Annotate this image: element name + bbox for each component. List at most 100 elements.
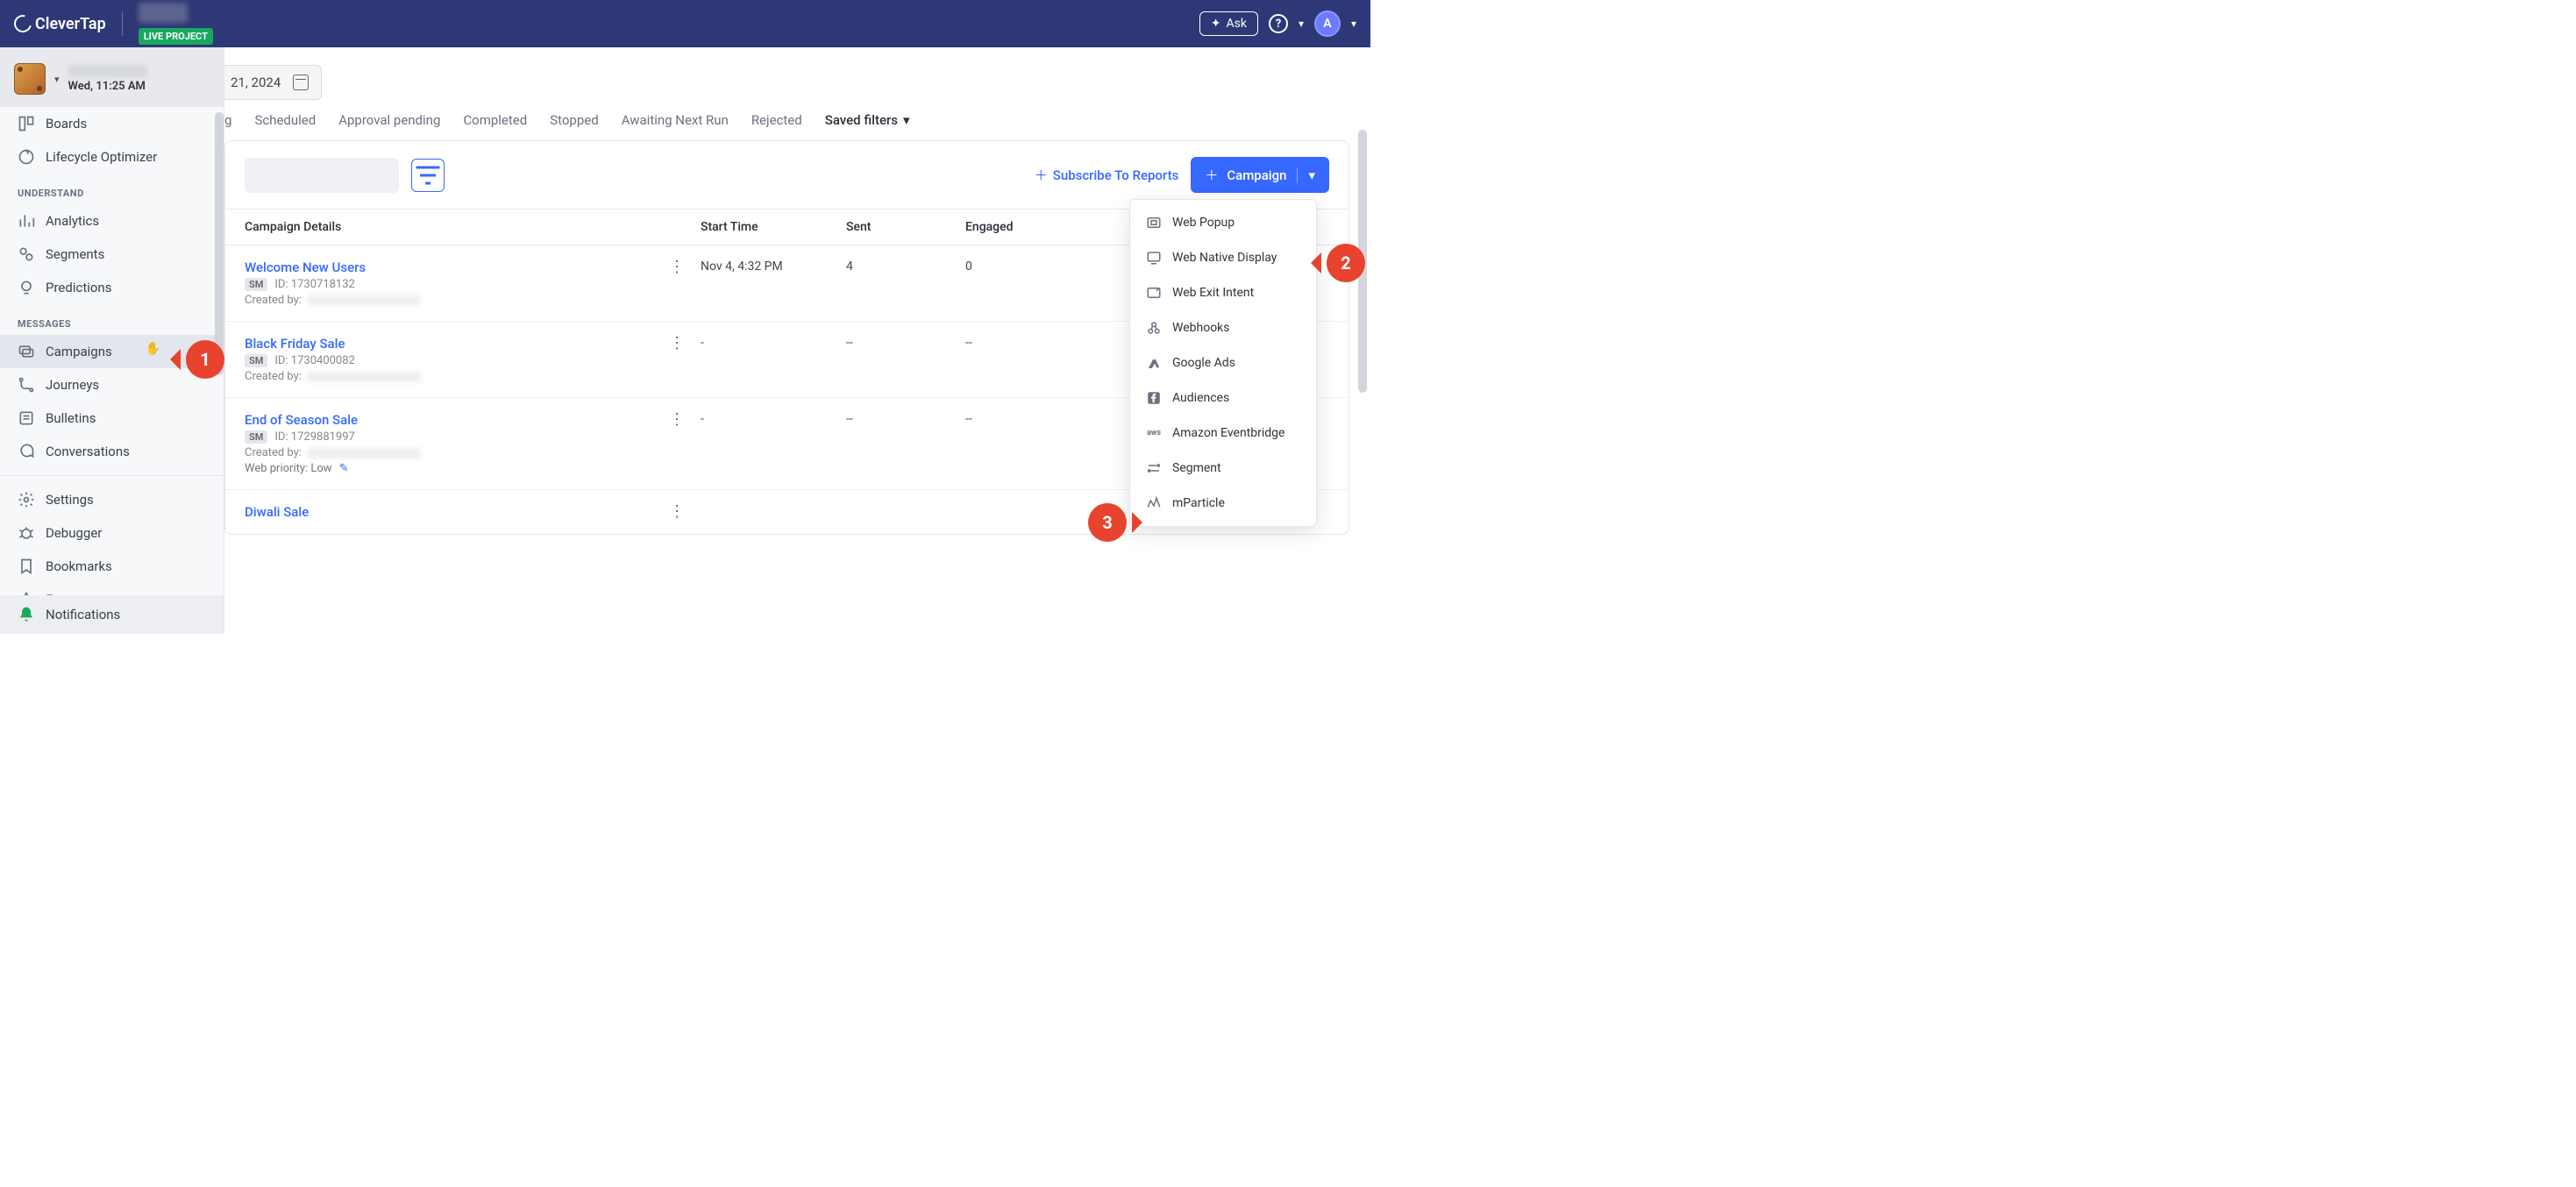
chevron-down-icon[interactable]: ▾ [1308, 167, 1315, 183]
date-picker[interactable]: 21, 2024 [224, 65, 322, 100]
cell-start: - [701, 412, 846, 426]
tab-completed[interactable]: Completed [463, 112, 527, 128]
tab-running-partial[interactable]: g [224, 112, 231, 128]
tab-approval-pending[interactable]: Approval pending [338, 112, 440, 128]
search-input[interactable] [245, 158, 399, 193]
dd-label: Amazon Eventbridge [1172, 426, 1284, 440]
date-label: 21, 2024 [231, 75, 281, 90]
dd-web-exit[interactable]: Web Exit Intent [1130, 275, 1316, 310]
sidebar-item-analytics[interactable]: Analytics [0, 204, 224, 238]
dd-label: Segment [1172, 461, 1221, 475]
facebook-icon [1146, 390, 1162, 406]
col-details[interactable]: Campaign Details [245, 220, 701, 234]
plus-icon: ＋ [1035, 166, 1048, 184]
sidebar-item-journeys[interactable]: Journeys [0, 368, 224, 402]
campaign-link[interactable]: Welcome New Users [245, 259, 701, 275]
account-selector[interactable]: ▾ Wed, 11:25 AM [0, 47, 224, 107]
creator-blurred [307, 372, 421, 382]
project-name-blurred [139, 3, 188, 23]
brand-logo: CleverTap [14, 15, 106, 33]
sidebar-label: Lifecycle Optimizer [46, 149, 157, 165]
chevron-down-icon: ▾ [903, 112, 910, 128]
divider [0, 475, 224, 476]
sidebar-label: Campaigns [46, 344, 112, 359]
sidebar-label: Journeys [46, 377, 99, 393]
ask-label: Ask [1226, 17, 1246, 31]
subscribe-label: Subscribe To Reports [1053, 167, 1179, 183]
sidebar-item-conversations[interactable]: Conversations [0, 435, 224, 468]
dd-label: Google Ads [1172, 356, 1235, 370]
sidebar-label: Settings [46, 492, 94, 508]
sidebar-item-boards[interactable]: Boards [0, 107, 224, 140]
tab-rejected[interactable]: Rejected [751, 112, 802, 128]
col-start[interactable]: Start Time [701, 220, 846, 234]
sidebar-label: Bulletins [46, 410, 96, 426]
display-icon [1146, 250, 1162, 266]
sidebar-item-bulletins[interactable]: Bulletins [0, 402, 224, 435]
sidebar-item-segments[interactable]: Segments [0, 238, 224, 271]
cell-engaged: -- [965, 336, 1079, 350]
brand-text: CleverTap [35, 15, 106, 33]
live-badge: LIVE PROJECT [139, 28, 213, 45]
col-sent[interactable]: Sent [846, 220, 965, 234]
row-menu-icon[interactable]: ⋮ [669, 341, 685, 346]
sidebar-item-notifications[interactable]: Notifications [0, 595, 224, 634]
dd-web-popup[interactable]: Web Popup [1130, 205, 1316, 240]
avatar-chevron-icon[interactable]: ▾ [1351, 18, 1356, 30]
dd-google-ads[interactable]: Google Ads [1130, 345, 1316, 380]
edit-icon[interactable]: ✎ [339, 462, 349, 475]
dd-amazon-eventbridge[interactable]: aws Amazon Eventbridge [1130, 416, 1316, 451]
dd-mparticle[interactable]: mParticle [1130, 486, 1316, 521]
dd-segment[interactable]: Segment [1130, 451, 1316, 486]
status-tabs: g Scheduled Approval pending Completed S… [224, 112, 1370, 140]
aws-icon: aws [1146, 425, 1162, 441]
new-campaign-button[interactable]: ＋ Campaign ▾ [1191, 157, 1329, 193]
logo-swirl-icon [11, 11, 34, 35]
account-name-blurred [68, 65, 147, 77]
campaign-link[interactable]: Black Friday Sale [245, 336, 701, 352]
created-by-label: Created by: [245, 370, 302, 383]
sidebar-scrollbar[interactable] [215, 112, 224, 375]
sidebar-item-bookmarks[interactable]: Bookmarks [0, 550, 224, 583]
campaign-link[interactable]: End of Season Sale [245, 412, 701, 428]
sidebar-label: Bookmarks [46, 558, 112, 574]
row-menu-icon[interactable]: ⋮ [669, 417, 685, 423]
cell-engaged: -- [965, 412, 1079, 426]
campaign-id: ID: 1730400082 [274, 354, 355, 367]
tab-scheduled[interactable]: Scheduled [254, 112, 316, 128]
account-chevron-icon[interactable]: ▾ [54, 74, 60, 85]
sidebar-item-predictions[interactable]: Predictions [0, 271, 224, 304]
sm-tag: SM [245, 430, 267, 444]
campaigns-icon [18, 343, 35, 360]
campaign-id: ID: 1730718132 [274, 278, 355, 291]
sm-tag: SM [245, 278, 267, 291]
col-engaged[interactable]: Engaged [965, 220, 1079, 234]
avatar[interactable]: A [1314, 11, 1341, 37]
help-chevron-icon[interactable]: ▾ [1299, 18, 1304, 30]
bulletins-icon [18, 409, 35, 427]
campaign-link[interactable]: Diwali Sale [245, 504, 701, 520]
help-icon[interactable]: ? [1269, 14, 1288, 33]
saved-filters-dropdown[interactable]: Saved filters ▾ [825, 112, 910, 128]
row-menu-icon[interactable]: ⋮ [669, 265, 685, 270]
plus-icon: ＋ [1205, 166, 1218, 184]
tab-awaiting[interactable]: Awaiting Next Run [622, 112, 729, 128]
project-selector[interactable]: LIVE PROJECT [139, 3, 213, 45]
sidebar-item-lifecycle[interactable]: Lifecycle Optimizer [0, 140, 224, 174]
lifecycle-icon [18, 148, 35, 166]
row-menu-icon[interactable]: ⋮ [669, 509, 685, 515]
predictions-icon [18, 279, 35, 296]
subscribe-reports-link[interactable]: ＋ Subscribe To Reports [1035, 166, 1179, 184]
dd-label: mParticle [1172, 496, 1225, 510]
sparkle-icon: ✦ [1211, 17, 1221, 31]
avatar-initial: A [1323, 17, 1331, 31]
dd-webhooks[interactable]: Webhooks [1130, 310, 1316, 345]
dd-web-native[interactable]: Web Native Display [1130, 240, 1316, 275]
filter-button[interactable] [411, 159, 445, 192]
tab-stopped[interactable]: Stopped [550, 112, 598, 128]
dd-audiences[interactable]: Audiences [1130, 380, 1316, 416]
sidebar-item-debugger[interactable]: Debugger [0, 516, 224, 550]
cell-start: - [701, 336, 846, 350]
sidebar-item-settings[interactable]: Settings [0, 483, 224, 516]
ask-button[interactable]: ✦ Ask [1199, 11, 1258, 36]
